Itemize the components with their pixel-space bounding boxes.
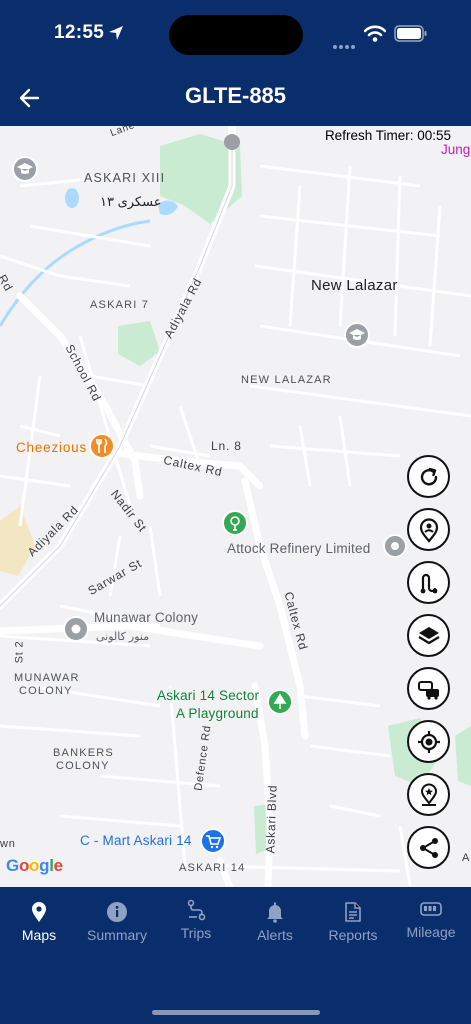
share-button[interactable] xyxy=(407,826,450,869)
bell-icon xyxy=(267,902,283,923)
park-pin-icon[interactable] xyxy=(267,689,293,715)
map-label-askari-blvd: Askari Blvd xyxy=(263,784,280,854)
map-label-askari13: ASKARI XIII xyxy=(84,171,166,185)
tab-trips-label: Trips xyxy=(180,925,212,941)
driver-location-button[interactable] xyxy=(407,508,450,551)
map-label-cheezious: Cheezious xyxy=(16,440,87,455)
map-label-jung: Jung xyxy=(441,142,471,157)
refresh-timer: Refresh Timer: 00:55 xyxy=(324,128,451,143)
route-button[interactable] xyxy=(407,561,450,604)
route-icon xyxy=(420,573,437,593)
map-label-munawar-colony-area-2: COLONY xyxy=(19,685,73,697)
home-indicator[interactable] xyxy=(152,1010,320,1015)
google-logo: Google xyxy=(6,856,63,875)
layers-icon xyxy=(417,626,440,644)
my-location-button[interactable] xyxy=(407,720,450,763)
place-pin-icon[interactable] xyxy=(63,616,89,642)
cellular-signal-icon xyxy=(333,36,359,49)
map-label-cmart: C - Mart Askari 14 xyxy=(80,833,192,848)
map-label-wn: wn xyxy=(0,838,16,850)
traffic-button[interactable] xyxy=(407,667,450,710)
map-label-askari14: ASKARI 14 xyxy=(179,862,246,874)
school-pin-icon[interactable] xyxy=(12,156,38,182)
map-label-ln8: Ln. 8 xyxy=(211,439,242,453)
refresh-button[interactable] xyxy=(407,455,450,498)
map-label-a-edge: A xyxy=(462,852,471,864)
map-label-askari7: ASKARI 7 xyxy=(90,299,150,311)
tab-alerts[interactable]: Alerts xyxy=(236,901,314,943)
traffic-icon xyxy=(417,680,439,700)
map-label-askari13-urdu: عسکری ۱۳ xyxy=(100,194,162,209)
info-icon xyxy=(107,902,127,922)
tab-mileage-label: Mileage xyxy=(406,924,456,940)
map-pin-icon xyxy=(32,902,46,922)
bottom-nav: Maps Summary Trips Alerts Reports Mileag… xyxy=(0,887,471,1024)
map-label-st2: St 2 xyxy=(13,640,26,664)
refresh-icon xyxy=(420,467,437,485)
location-arrow-icon xyxy=(109,26,123,40)
map-label-new-lalazar-area: NEW LALAZAR xyxy=(241,374,332,386)
tab-summary[interactable]: Summary xyxy=(78,901,156,943)
tab-maps-label: Maps xyxy=(21,927,57,943)
map-view[interactable]: Refresh Timer: 00:55 Jung Lane ASKARI XI… xyxy=(0,126,471,887)
favorite-place-button[interactable] xyxy=(407,773,450,816)
shopping-pin-icon[interactable] xyxy=(200,828,226,854)
odometer-icon xyxy=(420,902,442,916)
refinery-pin-icon[interactable] xyxy=(222,510,248,536)
driver-location-icon xyxy=(419,517,438,543)
dynamic-island xyxy=(169,15,303,55)
tab-mileage[interactable]: Mileage xyxy=(392,898,470,940)
tab-maps[interactable]: Maps xyxy=(0,901,78,943)
school-pin-icon[interactable] xyxy=(344,322,370,348)
tab-reports-label: Reports xyxy=(328,927,378,943)
battery-icon xyxy=(394,25,427,42)
app-bar: GLTE-885 xyxy=(0,70,471,126)
map-label-bankers-colony-2: COLONY xyxy=(56,760,110,772)
status-bar: 12:55 xyxy=(0,0,471,70)
map-label-askari14-playground-2: A Playground xyxy=(176,706,259,721)
map-label-munawar-colony-urdu: منور کالونی xyxy=(96,631,150,643)
wifi-icon xyxy=(364,25,386,42)
place-pin-icon[interactable] xyxy=(383,534,407,558)
share-icon xyxy=(419,837,438,858)
map-label-bankers-colony-1: BANKERS xyxy=(53,747,114,759)
tab-trips[interactable]: Trips xyxy=(157,899,235,941)
my-location-icon xyxy=(417,730,440,753)
favorite-place-icon xyxy=(420,783,437,806)
trips-icon xyxy=(187,899,206,921)
map-label-attock-refinery: Attock Refinery Limited xyxy=(227,541,371,556)
layers-button[interactable] xyxy=(407,614,450,657)
tab-summary-label: Summary xyxy=(87,927,147,943)
bus-stop-icon[interactable] xyxy=(224,134,240,150)
map-label-munawar-colony: Munawar Colony xyxy=(94,610,199,625)
map-label-askari14-playground-1: Askari 14 Sector xyxy=(157,688,260,703)
tab-alerts-label: Alerts xyxy=(257,927,293,943)
document-icon xyxy=(345,902,361,922)
page-title: GLTE-885 xyxy=(184,83,287,108)
map-label-new-lalazar: New Lalazar xyxy=(311,277,398,294)
status-time: 12:55 xyxy=(54,22,105,43)
restaurant-pin-icon[interactable] xyxy=(89,433,115,459)
map-label-munawar-colony-area-1: MUNAWAR xyxy=(14,672,80,684)
tab-reports[interactable]: Reports xyxy=(314,901,392,943)
